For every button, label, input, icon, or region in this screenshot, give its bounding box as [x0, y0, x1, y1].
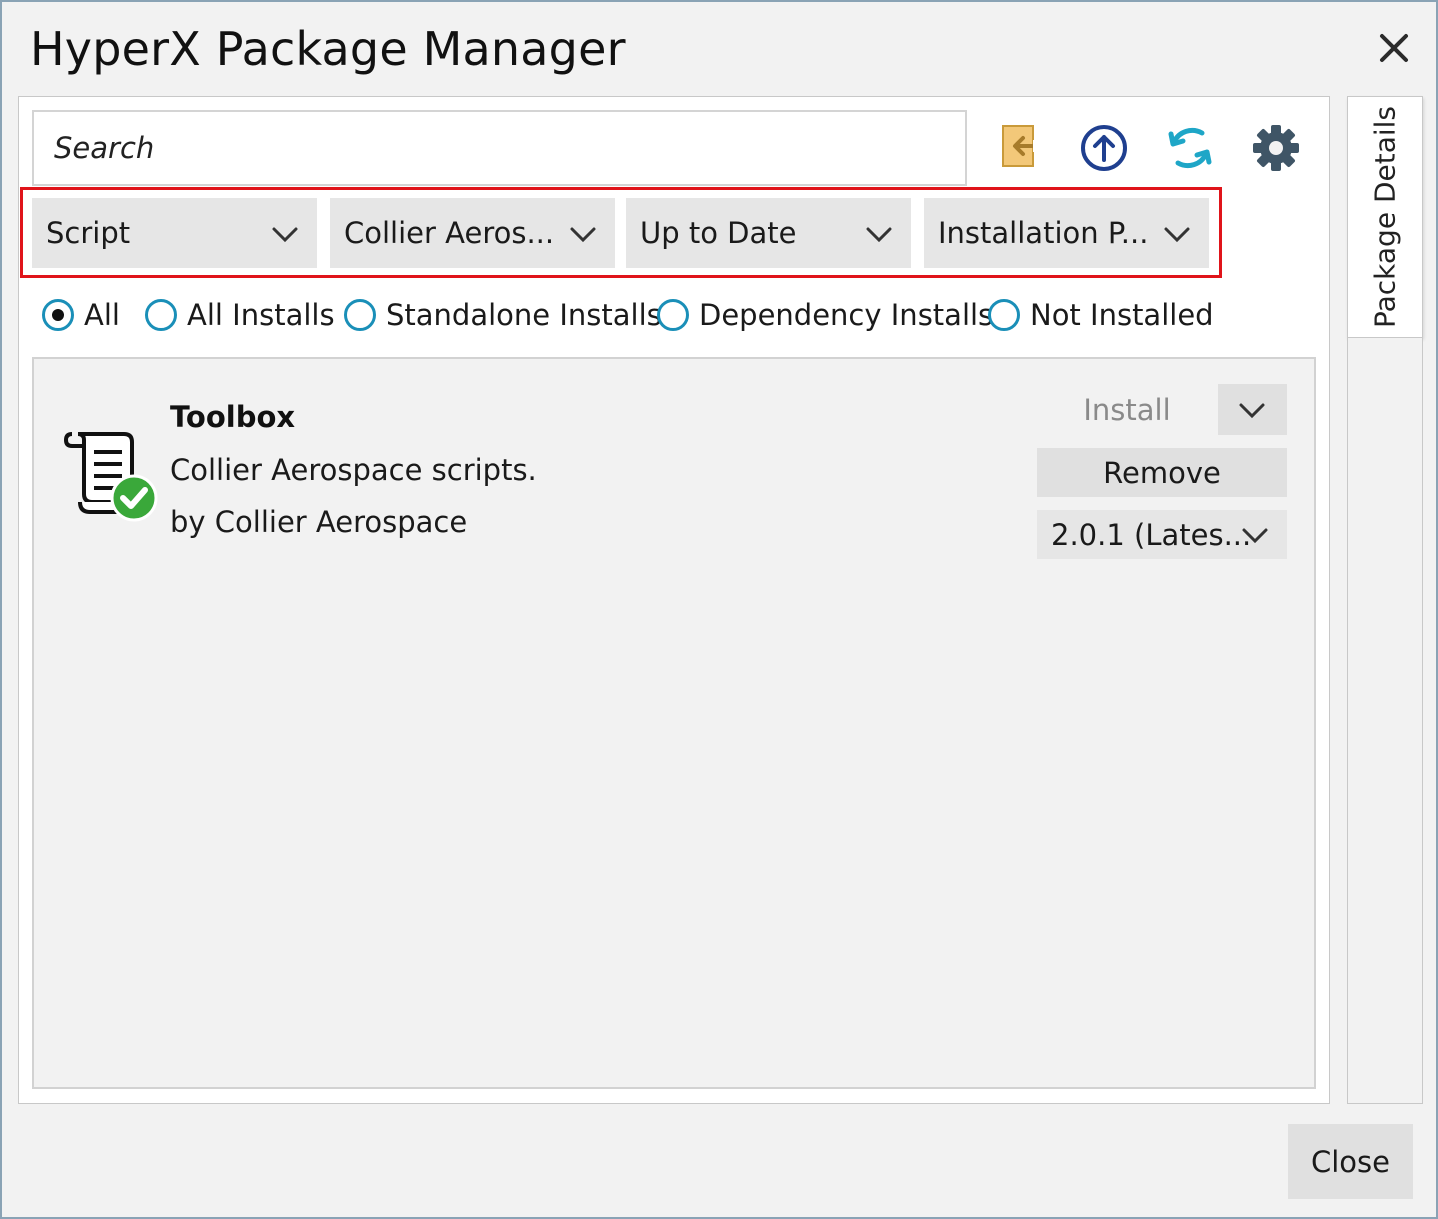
chevron-down-icon	[570, 227, 596, 243]
radio-indicator	[145, 299, 177, 331]
chevron-down-icon	[1164, 227, 1190, 243]
window-title: HyperX Package Manager	[30, 22, 626, 76]
radio-label: All	[84, 298, 120, 332]
upload-icon[interactable]	[1076, 120, 1132, 176]
close-icon[interactable]	[1374, 28, 1414, 68]
publisher-filter-value: Collier Aeros...	[344, 216, 555, 250]
refresh-icon[interactable]	[1162, 120, 1218, 176]
type-filter-value: Script	[46, 216, 131, 250]
radio-selected-indicator	[42, 299, 74, 331]
installation-filter-dropdown[interactable]: Installation P...	[924, 198, 1209, 268]
radio-all[interactable]: All	[42, 292, 120, 338]
search-input[interactable]	[32, 110, 967, 186]
package-author: by Collier Aerospace	[170, 505, 468, 539]
settings-gear-icon[interactable]	[1248, 120, 1304, 176]
radio-all-installs[interactable]: All Installs	[145, 292, 335, 338]
close-button[interactable]: Close	[1288, 1124, 1413, 1199]
chevron-down-icon	[866, 227, 892, 243]
package-name: Toolbox	[170, 400, 296, 434]
installation-filter-value: Installation P...	[938, 216, 1149, 250]
side-panel-strip	[1347, 338, 1423, 1104]
radio-label: Not Installed	[1030, 298, 1214, 332]
radio-not-installed[interactable]: Not Installed	[988, 292, 1214, 338]
radio-indicator	[344, 299, 376, 331]
status-filter-value: Up to Date	[640, 216, 797, 250]
radio-indicator	[988, 299, 1020, 331]
install-options-button[interactable]	[1218, 384, 1287, 435]
radio-dependency-installs[interactable]: Dependency Installs	[657, 292, 993, 338]
publisher-filter-dropdown[interactable]: Collier Aeros...	[330, 198, 615, 268]
version-value: 2.0.1 (Lates...	[1051, 517, 1252, 552]
package-manager-window: HyperX Package Manager Package Details S…	[0, 0, 1438, 1219]
chevron-down-icon	[272, 227, 298, 243]
chevron-down-icon	[1239, 403, 1265, 419]
radio-indicator	[657, 299, 689, 331]
version-dropdown[interactable]: 2.0.1 (Lates...	[1037, 510, 1287, 559]
package-details-tab[interactable]: Package Details	[1347, 96, 1423, 338]
install-button: Install	[1083, 393, 1171, 427]
remove-button[interactable]: Remove	[1037, 448, 1287, 497]
chevron-down-icon	[1242, 528, 1268, 544]
type-filter-dropdown[interactable]: Script	[32, 198, 317, 268]
package-description: Collier Aerospace scripts.	[170, 453, 537, 487]
radio-label: Standalone Installs	[386, 298, 662, 332]
radio-label: Dependency Installs	[699, 298, 994, 332]
radio-standalone-installs[interactable]: Standalone Installs	[344, 292, 662, 338]
status-filter-dropdown[interactable]: Up to Date	[626, 198, 911, 268]
radio-label: All Installs	[187, 298, 335, 332]
import-icon[interactable]	[996, 120, 1052, 176]
package-details-label: Package Details	[1368, 105, 1402, 329]
script-scroll-icon	[63, 432, 158, 522]
